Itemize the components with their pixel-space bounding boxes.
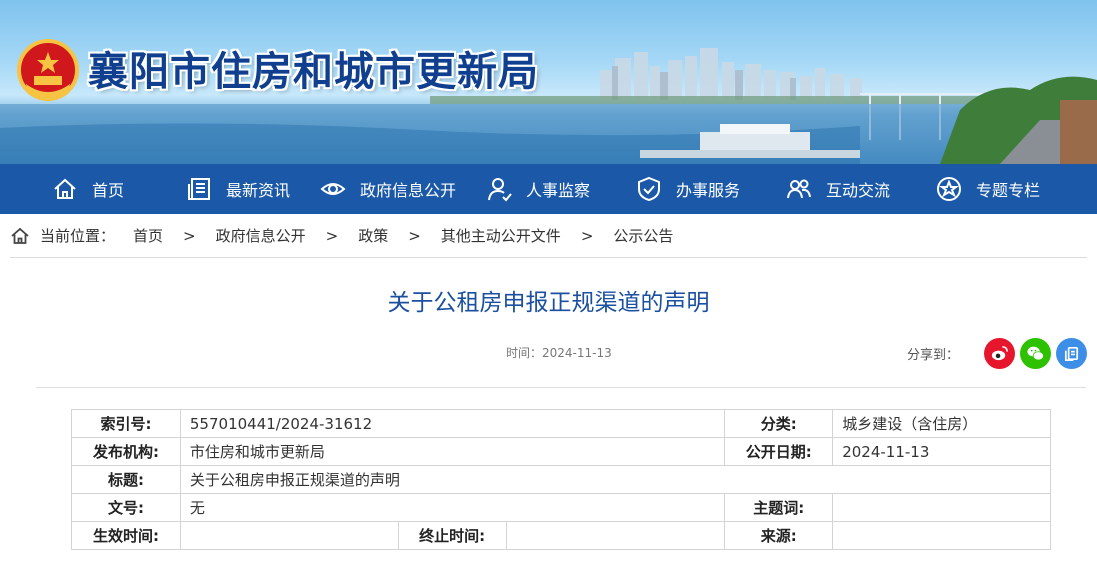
breadcrumb-separator: >	[580, 226, 594, 245]
home-icon	[11, 227, 29, 244]
breadcrumb-separator: >	[408, 226, 421, 245]
nav-item-label: 首页	[92, 181, 125, 200]
breadcrumb-separator: >	[325, 226, 339, 245]
info-value-publisher: 市住房和城市更新局	[179, 437, 726, 466]
nav-item-label: 办事服务	[676, 181, 741, 200]
users-icon	[786, 176, 812, 202]
info-key: 终止时间:	[397, 521, 507, 550]
national-emblem-icon	[17, 39, 79, 101]
breadcrumb-separator: >	[183, 226, 196, 245]
info-value-source	[832, 521, 1051, 550]
person-icon	[486, 176, 512, 202]
info-value-category: 城乡建设（含住房）	[832, 409, 1051, 438]
share-wechat-button[interactable]	[1020, 337, 1052, 369]
breadcrumb-link-policy[interactable]: 政策	[358, 225, 388, 246]
table-row: 发布机构: 市住房和城市更新局 公开日期: 2024-11-13	[71, 437, 1051, 466]
breadcrumb: 当前位置： 首页 > 政府信息公开 > 政策 > 其他主动公开文件 > 公示公告	[10, 214, 1087, 258]
copy-icon	[1064, 346, 1079, 361]
nav-item-label: 人事监察	[526, 181, 591, 200]
nav-item-label: 专题专栏	[976, 181, 1041, 200]
nav-item-label: 互动交流	[826, 181, 891, 200]
table-row: 文号: 无 主题词:	[71, 493, 1051, 522]
info-value-date: 2024-11-13	[832, 437, 1051, 466]
share-weibo-button[interactable]	[984, 337, 1016, 369]
nav-item-gov-info[interactable]: 政府信息公开	[320, 164, 456, 214]
info-key: 索引号:	[71, 409, 181, 438]
weibo-icon	[991, 345, 1008, 360]
eye-icon	[320, 176, 346, 202]
table-row: 标题: 关于公租房申报正规渠道的声明	[71, 465, 1052, 494]
publish-time: 时间：2024-11-13	[506, 346, 612, 360]
star-icon	[936, 176, 962, 202]
nav-item-label: 最新资讯	[226, 181, 291, 200]
nav-item-interaction[interactable]: 互动交流	[786, 164, 890, 214]
nav-item-news[interactable]: 最新资讯	[186, 164, 290, 214]
share-label: 分享到：	[907, 347, 960, 363]
info-value-title: 关于公租房申报正规渠道的声明	[179, 465, 1052, 494]
info-key: 公开日期:	[724, 437, 834, 466]
info-key: 发布机构:	[71, 437, 181, 466]
info-value-subject	[832, 493, 1051, 522]
nav-item-personnel[interactable]: 人事监察	[486, 164, 590, 214]
news-icon	[186, 176, 212, 202]
nav-item-label: 政府信息公开	[360, 181, 457, 200]
info-value-expire	[505, 521, 726, 550]
home-icon	[52, 176, 78, 202]
main-nav: 首页 最新资讯 政府信息公开 人事监察 办事服务 互动交流 专题专栏	[0, 164, 1097, 214]
nav-item-services[interactable]: 办事服务	[636, 164, 740, 214]
info-value-effective	[179, 521, 399, 550]
info-value-docno: 无	[179, 493, 726, 522]
table-row: 索引号: 557010441/2024-31612 分类: 城乡建设（含住房）	[71, 409, 1051, 438]
breadcrumb-link-notices[interactable]: 公示公告	[613, 225, 673, 246]
info-key: 主题词:	[724, 493, 834, 522]
site-title: 襄阳市住房和城市更新局	[88, 49, 539, 95]
nav-item-home[interactable]: 首页	[52, 164, 124, 214]
table-row: 生效时间: 终止时间: 来源:	[71, 521, 1051, 550]
info-value-index: 557010441/2024-31612	[179, 409, 726, 438]
breadcrumb-link-home[interactable]: 首页	[133, 225, 163, 246]
wechat-icon	[1027, 346, 1044, 360]
article-title: 关于公租房申报正规渠道的声明	[387, 290, 710, 316]
shield-icon	[636, 176, 662, 202]
header-banner: 襄阳市住房和城市更新局	[0, 0, 1097, 164]
breadcrumb-link-other-docs[interactable]: 其他主动公开文件	[441, 225, 561, 246]
document-info-table: 索引号: 557010441/2024-31612 分类: 城乡建设（含住房） …	[71, 409, 1052, 550]
info-key: 标题:	[71, 465, 181, 494]
info-key: 文号:	[71, 493, 181, 522]
share-bar: 分享到：	[907, 337, 1088, 369]
header-divider	[36, 387, 1086, 388]
info-key: 来源:	[724, 521, 834, 550]
share-copy-button[interactable]	[1056, 337, 1088, 369]
breadcrumb-link-gov-info[interactable]: 政府信息公开	[216, 225, 306, 246]
breadcrumb-label: 当前位置：	[40, 227, 116, 245]
info-key: 生效时间:	[71, 521, 181, 550]
nav-item-topics[interactable]: 专题专栏	[936, 164, 1040, 214]
info-key: 分类:	[724, 409, 834, 438]
